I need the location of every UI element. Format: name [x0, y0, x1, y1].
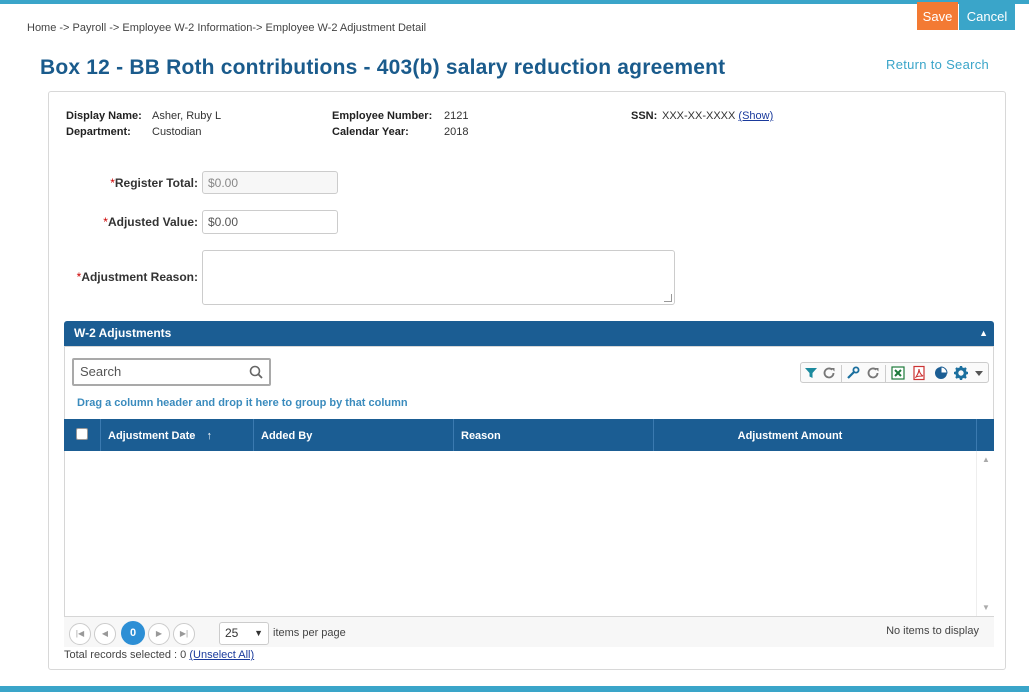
scroll-up-icon[interactable]: ▲	[982, 455, 990, 464]
ssn-show-link[interactable]: (Show)	[738, 110, 773, 122]
section-title: W-2 Adjustments	[74, 326, 172, 340]
register-total-label-text: Register Total:	[114, 176, 198, 190]
table-header: Adjustment Date ↑ Added By Reason Adjust…	[64, 419, 994, 451]
search-input[interactable]: Search	[72, 358, 271, 386]
first-page-button[interactable]: |◀	[69, 623, 91, 645]
group-by-hint: Drag a column header and drop it here to…	[77, 397, 408, 409]
adjustment-reason-label-text: Adjustment Reason:	[81, 270, 198, 284]
collapse-caret-icon[interactable]: ▲	[979, 321, 988, 346]
grid-container	[64, 346, 994, 647]
top-accent-bar	[0, 0, 1029, 4]
department-value: Custodian	[152, 126, 202, 138]
page-size-select[interactable]: 25 ▼	[219, 622, 269, 645]
next-page-button[interactable]: ▶	[148, 623, 170, 645]
ssn-value: XXX-XX-XXXX	[662, 110, 736, 122]
column-label: Adjustment Date	[108, 430, 196, 442]
pager-status: No items to display	[886, 625, 979, 637]
filter-icon[interactable]	[803, 365, 819, 381]
employee-number-value: 2121	[444, 110, 469, 122]
page-size-value: 25	[225, 626, 239, 640]
scroll-down-icon[interactable]: ▼	[982, 603, 990, 612]
search-icon[interactable]	[249, 365, 263, 379]
adjusted-value-label-text: Adjusted Value:	[107, 215, 198, 229]
excel-icon[interactable]	[890, 365, 906, 381]
column-header-added-by[interactable]: Added By	[253, 419, 453, 451]
pager: |◀ ◀ 0 ▶ ▶| 25 ▼ items per page No items…	[64, 616, 994, 647]
department-field: Department: Custodian	[66, 126, 202, 138]
last-page-button[interactable]: ▶|	[173, 623, 195, 645]
column-header-adjustment-amount[interactable]: Adjustment Amount	[653, 419, 926, 451]
adjustment-reason-textarea[interactable]	[202, 250, 675, 305]
register-total-input: $0.00	[202, 171, 338, 194]
display-name-label: Display Name:	[66, 110, 142, 122]
toolbar-divider	[841, 365, 842, 382]
display-name-value: Asher, Ruby L	[152, 110, 222, 122]
previous-page-button[interactable]: ◀	[94, 623, 116, 645]
refresh-icon[interactable]	[821, 365, 837, 381]
calendar-year-value: 2018	[444, 126, 469, 138]
bottom-accent-bar	[0, 686, 1029, 692]
page-title: Box 12 - BB Roth contributions - 403(b) …	[40, 56, 726, 79]
chevron-down-icon[interactable]	[973, 365, 985, 381]
select-all-checkbox[interactable]	[76, 428, 88, 440]
ssn-label: SSN:	[631, 110, 658, 122]
gear-icon[interactable]	[953, 365, 969, 381]
reset-icon[interactable]	[865, 365, 881, 381]
column-header-reason[interactable]: Reason	[453, 419, 653, 451]
items-per-page-label: items per page	[273, 627, 346, 639]
unselect-all-link[interactable]: (Unselect All)	[189, 649, 254, 661]
employee-number-field: Employee Number: 2121	[332, 110, 468, 122]
selection-count: Total records selected : 0	[64, 649, 187, 661]
pdf-icon[interactable]	[911, 365, 927, 381]
column-header-adjustment-date[interactable]: Adjustment Date ↑	[100, 419, 253, 451]
return-to-search-link[interactable]: Return to Search	[886, 57, 989, 72]
wrench-icon[interactable]	[845, 365, 861, 381]
save-button[interactable]: Save	[917, 2, 958, 30]
chart-icon[interactable]	[933, 365, 949, 381]
ssn-field: SSN: XXX-XX-XXXX (Show)	[631, 110, 773, 122]
register-total-label: *Register Total:	[80, 176, 198, 190]
toolbar-divider	[885, 365, 886, 382]
selection-summary: Total records selected : 0 (Unselect All…	[64, 649, 254, 661]
adjustment-reason-label: *Adjustment Reason:	[60, 270, 198, 284]
display-name-field: Display Name: Asher, Ruby L	[66, 110, 221, 122]
vertical-scrollbar[interactable]: ▲ ▼	[976, 451, 994, 616]
resize-grip-icon[interactable]	[664, 294, 672, 302]
chevron-down-icon: ▼	[254, 628, 263, 638]
w2-adjustments-header[interactable]: W-2 Adjustments ▲	[64, 321, 994, 346]
current-page-indicator[interactable]: 0	[121, 621, 145, 645]
calendar-year-label: Calendar Year:	[332, 126, 409, 138]
department-label: Department:	[66, 126, 131, 138]
cancel-button[interactable]: Cancel	[959, 2, 1015, 30]
adjusted-value-input[interactable]: $0.00	[202, 210, 338, 234]
calendar-year-field: Calendar Year: 2018	[332, 126, 468, 138]
grid-toolbar	[800, 362, 989, 383]
breadcrumb: Home -> Payroll -> Employee W-2 Informat…	[27, 22, 427, 34]
header-scroll-spacer	[976, 419, 994, 451]
sort-ascending-icon: ↑	[206, 430, 212, 442]
employee-number-label: Employee Number:	[332, 110, 433, 122]
adjusted-value-label: *Adjusted Value:	[80, 215, 198, 229]
